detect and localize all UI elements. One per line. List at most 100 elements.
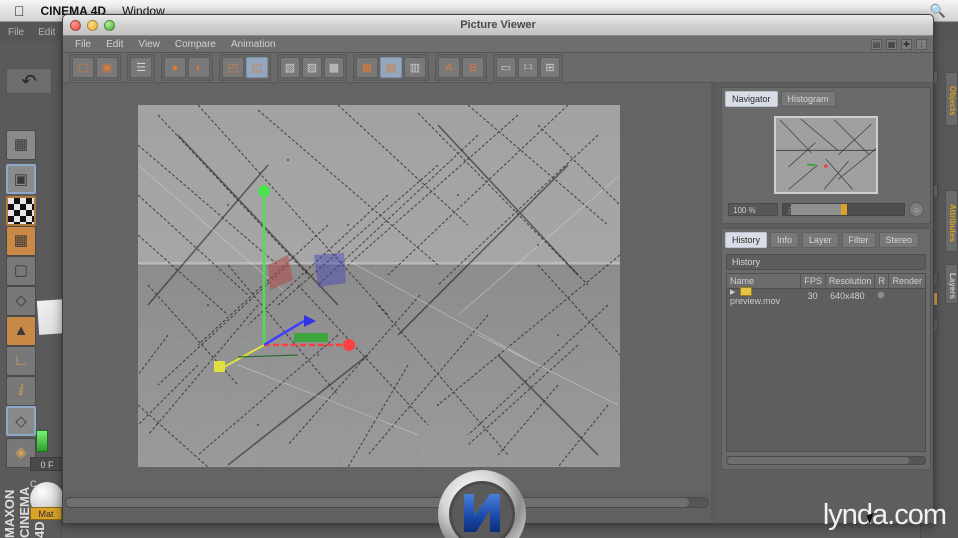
lock-plane-icon: ◇ [15, 413, 27, 430]
grid-view-button[interactable]: ⊞ [540, 57, 560, 78]
zoom-slider-knob[interactable] [841, 204, 848, 215]
panel-icon[interactable]: ▦ [886, 38, 897, 50]
navigator-thumbnail[interactable] [774, 116, 878, 194]
tool-rotate-button[interactable]: ◇ [6, 286, 36, 316]
row-r-cell [874, 291, 888, 301]
tab-history[interactable]: History [725, 232, 768, 248]
history-empty-space [727, 303, 925, 451]
pv-menu-animation[interactable]: Animation [231, 39, 275, 50]
column-header-resolution[interactable]: Resolution [826, 274, 876, 288]
tab-info[interactable]: Info [770, 232, 800, 248]
screen-root:  CINEMA 4D Window 🔍 File Edit ↶ ▦ ▣ ▦ ▢… [0, 0, 958, 538]
move-icon[interactable]: ✚ [901, 38, 912, 50]
c4d-left-toolbar: ↶ ▦ ▣ ▦ ▢ ◇ ▲ ∟ ⅈ ◇ ◈ 0 F C MAXON CINEMA… [0, 42, 64, 538]
picture-viewer-titlebar[interactable]: Picture Viewer [63, 15, 933, 36]
home-icon[interactable]: ⌂ [909, 202, 924, 217]
tab-histogram[interactable]: Histogram [780, 91, 836, 107]
tool-noise-button[interactable]: ▦ [6, 130, 36, 160]
compare-split-button[interactable]: ▤ [380, 57, 402, 78]
column-header-render[interactable]: Render [889, 274, 925, 288]
toolbar-group-view: ▭ 1:1 ⊞ [493, 54, 563, 81]
tool-grid-button[interactable]: ▦ [6, 226, 36, 256]
zoom-button[interactable] [104, 20, 115, 31]
picture-viewer-toolbar: ▢ ▣ ☰ ● ◐ ◰ ◱ ▧ ▨ ▩ ▦ ▤ ▥ A B ▭ 1:1 ⊞ [63, 53, 933, 83]
cube-icon: ▣ [13, 171, 29, 188]
image-canvas-area[interactable] [63, 83, 711, 508]
dock-tab-attributes[interactable]: Attributes [945, 190, 958, 252]
window-controls [70, 20, 115, 31]
tool-cube-button[interactable]: ▣ [6, 164, 36, 194]
single-view-button[interactable]: ◰ [222, 57, 244, 78]
dock-tab-layers[interactable]: Layers [945, 264, 958, 304]
c4d-frame-field[interactable]: 0 F [30, 457, 64, 471]
column-header-fps[interactable]: FPS [801, 274, 826, 288]
fit-view-button[interactable]: ▭ [496, 57, 516, 78]
compare-ab-button[interactable]: ▥ [404, 57, 426, 78]
rgb-channel-button[interactable]: ● [164, 57, 186, 78]
zoom-slider[interactable]: ⋮ [782, 203, 905, 216]
lynda-watermark-text: lynda.com [822, 499, 947, 532]
tab-navigator[interactable]: Navigator [725, 91, 778, 107]
row-fps-cell: 30 [807, 291, 818, 301]
table-row[interactable]: ▶ preview.mov 30 640x480 [727, 287, 925, 306]
toolbar-group-filter: ▧ ▨ ▩ [277, 54, 347, 81]
filter-b-button[interactable]: ▨ [302, 57, 322, 78]
pv-menu-edit[interactable]: Edit [106, 39, 123, 50]
open-image-button[interactable]: ▢ [72, 57, 94, 78]
toolbar-group-layer: ◰ ◱ [219, 54, 271, 81]
c4d-menu-edit[interactable]: Edit [38, 27, 55, 38]
download-icon[interactable]: ↓ [916, 38, 927, 50]
filter-c-button[interactable]: ▩ [324, 57, 344, 78]
tab-layer[interactable]: Layer [802, 232, 839, 248]
picture-viewer-menubar: File Edit View Compare Animation ▤ ▦ ✚ ↓ [63, 36, 933, 53]
lynda-logo-icon [434, 466, 530, 538]
toolbar-group-color: ● ◐ [161, 54, 213, 81]
layout-icon[interactable]: ▤ [871, 38, 882, 50]
history-table: Name FPS Resolution R Render ▶ preview.m… [726, 273, 926, 452]
magnet-icon: ⅈ [18, 382, 24, 399]
tool-move-button[interactable]: ▲ [6, 316, 36, 346]
alpha-channel-button[interactable]: ◐ [188, 57, 210, 78]
rendered-image[interactable] [138, 105, 620, 467]
render-dot-icon [877, 291, 886, 299]
lynda-brand: lynda [822, 499, 888, 531]
tab-filter[interactable]: Filter [841, 232, 876, 248]
history-section-title: History [726, 254, 926, 270]
expander-icon[interactable]: ▶ [730, 289, 735, 296]
render-settings-button[interactable]: ☰ [130, 57, 152, 78]
row-resolution-cell: 640x480 [830, 291, 865, 301]
pv-menu-view[interactable]: View [138, 39, 160, 50]
toolbar-group-ab: A B [435, 54, 487, 81]
lynda-suffix: .com [887, 499, 947, 531]
history-tabs: History Info Layer Filter Stereo [722, 229, 930, 251]
compare-single-button[interactable]: ▦ [356, 57, 378, 78]
window-title: Picture Viewer [460, 19, 536, 31]
pv-menu-compare[interactable]: Compare [175, 39, 216, 50]
actual-size-button[interactable]: 1:1 [518, 57, 538, 78]
timeline-green-marker [36, 430, 48, 452]
close-button[interactable] [70, 20, 81, 31]
tab-stereo[interactable]: Stereo [878, 232, 920, 248]
c4d-menu-file[interactable]: File [8, 27, 24, 38]
tool-magnet-button[interactable]: ⅈ [6, 376, 36, 406]
history-panel: History Info Layer Filter Stereo History… [721, 228, 931, 470]
save-image-button[interactable]: ▣ [96, 57, 118, 78]
set-b-button[interactable]: B [462, 57, 484, 78]
tool-scale-button[interactable]: ▢ [6, 256, 36, 286]
navigator-panel: Navigator Histogram 100 % ⋮ ⌂ [721, 87, 931, 224]
pv-menu-file[interactable]: File [75, 39, 91, 50]
tool-axis-button[interactable]: ∟ [6, 346, 36, 376]
undo-arrow-icon[interactable]: ↶ [6, 68, 52, 94]
tool-checker-button[interactable] [6, 196, 36, 226]
set-a-button[interactable]: A [438, 57, 460, 78]
zoom-value-field[interactable]: 100 % [728, 203, 778, 216]
dock-tab-objects[interactable]: Objects [945, 72, 958, 126]
apple-logo-icon[interactable]:  [14, 4, 25, 18]
layer-view-button[interactable]: ◱ [246, 57, 268, 78]
tool-lock-plane-button[interactable]: ◇ [6, 406, 36, 436]
canvas-horizontal-scrollbar[interactable] [65, 497, 709, 508]
filter-a-button[interactable]: ▧ [280, 57, 300, 78]
minimize-button[interactable] [87, 20, 98, 31]
history-horizontal-scrollbar[interactable] [726, 456, 926, 465]
column-header-r[interactable]: R [875, 274, 890, 288]
